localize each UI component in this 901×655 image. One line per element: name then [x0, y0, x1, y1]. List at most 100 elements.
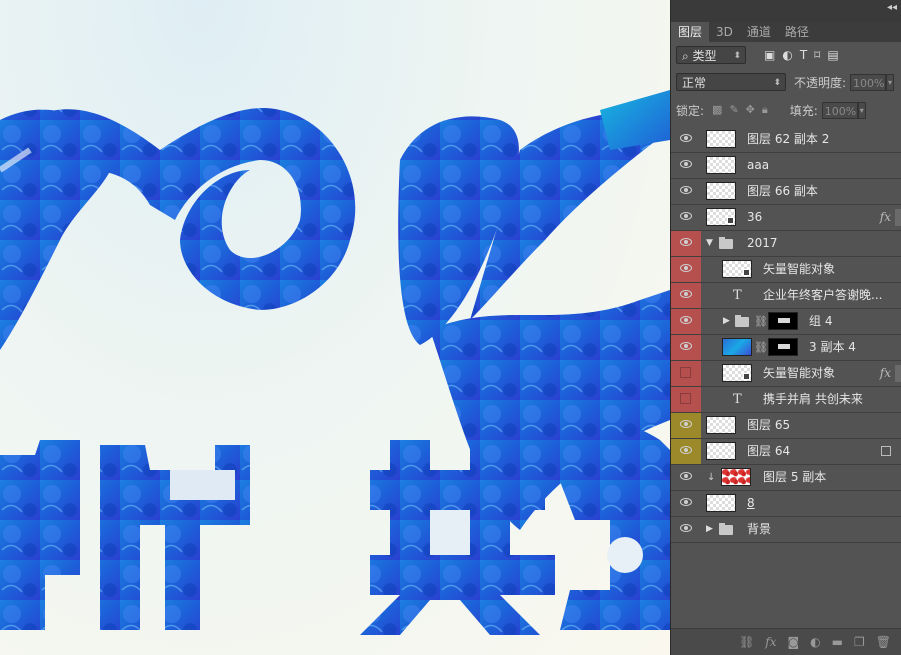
- eye-icon: [680, 524, 692, 532]
- layer-name: 2017: [747, 236, 778, 250]
- lock-all-icon[interactable]: 🔒︎: [762, 103, 768, 117]
- fill-input[interactable]: 100%: [821, 101, 858, 119]
- layer-thumbnail: [706, 494, 736, 512]
- visibility-toggle[interactable]: [671, 309, 701, 334]
- filter-row: ⌕ 类型 ⬍ ▣ ◐ T ⌑ ▤: [676, 44, 901, 66]
- layer-row[interactable]: 矢量智能对象 fx: [671, 361, 901, 387]
- visibility-toggle[interactable]: [671, 127, 701, 152]
- mask-thumbnail: [768, 338, 798, 356]
- hidden-visibility-icon: [680, 393, 691, 404]
- visibility-toggle[interactable]: [671, 231, 701, 256]
- layer-row[interactable]: ▼ 2017: [671, 231, 901, 257]
- blend-mode-select[interactable]: 正常 ⬍: [676, 73, 786, 91]
- smart-filter-icon[interactable]: ▤: [827, 48, 838, 62]
- layer-row[interactable]: T 携手并肩 共创未来: [671, 387, 901, 413]
- kind-filter-label: 类型: [692, 49, 717, 63]
- visibility-toggle[interactable]: [671, 387, 701, 412]
- opacity-input[interactable]: 100%: [850, 73, 887, 91]
- layer-row[interactable]: T 企业年终客户答谢晚...: [671, 283, 901, 309]
- visibility-toggle[interactable]: [671, 517, 701, 542]
- visibility-toggle[interactable]: [671, 283, 701, 308]
- visibility-toggle[interactable]: [671, 361, 701, 386]
- shape-filter-icon[interactable]: ⌑: [814, 48, 820, 62]
- layer-row[interactable]: 图层 64: [671, 439, 901, 465]
- text-layer-icon: T: [733, 392, 742, 407]
- fx-expand-icon[interactable]: [895, 209, 901, 226]
- layer-row[interactable]: 图层 65: [671, 413, 901, 439]
- eye-icon: [680, 420, 692, 428]
- fx-icon[interactable]: fx: [880, 361, 891, 386]
- fill-dropdown-icon[interactable]: ▾: [857, 101, 866, 119]
- mask-thumbnail: [768, 312, 798, 330]
- type-filter-icon[interactable]: T: [800, 48, 807, 62]
- layer-row[interactable]: 图层 66 副本: [671, 179, 901, 205]
- pixel-filter-icon[interactable]: ▣: [764, 48, 775, 62]
- document-canvas[interactable]: [0, 0, 670, 655]
- new-layer-icon[interactable]: ❐: [854, 635, 865, 649]
- lock-move-icon[interactable]: ✥: [746, 103, 755, 117]
- chain-icon: ⛓: [754, 315, 768, 328]
- layer-name: 企业年终客户答谢晚...: [763, 288, 883, 302]
- lock-transparent-icon[interactable]: ▩: [712, 103, 722, 117]
- layer-thumbnail: [706, 156, 736, 174]
- visibility-toggle[interactable]: [671, 465, 701, 490]
- link-icon[interactable]: ⛓: [739, 635, 754, 649]
- text-layer-icon: T: [733, 288, 742, 303]
- visibility-toggle[interactable]: [671, 179, 701, 204]
- layer-row[interactable]: ▶ 背景: [671, 517, 901, 543]
- opacity-dropdown-icon[interactable]: ▾: [886, 73, 895, 91]
- layer-row[interactable]: 36 fx: [671, 205, 901, 231]
- search-icon: ⌕: [682, 49, 693, 63]
- folder-icon[interactable]: ▬: [832, 635, 843, 649]
- adjustment-filter-icon[interactable]: ◐: [782, 48, 792, 62]
- visibility-toggle[interactable]: [671, 205, 701, 230]
- layer-row[interactable]: ▶ ⛓ 组 4: [671, 309, 901, 335]
- expand-triangle-icon[interactable]: ▶: [706, 517, 713, 542]
- tab-channels[interactable]: 通道: [740, 22, 778, 42]
- blend-row: 正常 ⬍ 不透明度: 100% ▾: [676, 71, 901, 93]
- lock-paint-icon[interactable]: ✎: [729, 103, 738, 117]
- expand-triangle-icon[interactable]: ▶: [723, 309, 730, 334]
- layer-style-icon: [881, 446, 891, 456]
- visibility-toggle[interactable]: [671, 413, 701, 438]
- lock-label: 锁定:: [676, 103, 705, 118]
- fx-icon[interactable]: fx: [880, 205, 891, 230]
- layer-name: aaa: [747, 158, 770, 172]
- tab-layers[interactable]: 图层: [671, 22, 710, 42]
- layer-row[interactable]: 8: [671, 491, 901, 517]
- eye-icon: [680, 472, 692, 480]
- layer-row[interactable]: 图层 62 副本 2: [671, 127, 901, 153]
- visibility-toggle[interactable]: [671, 439, 701, 464]
- adjustment-icon[interactable]: ◐: [810, 635, 820, 649]
- visibility-toggle[interactable]: [671, 257, 701, 282]
- tab-paths[interactable]: 路径: [778, 22, 816, 42]
- fx-expand-icon[interactable]: [895, 365, 901, 382]
- mask-icon[interactable]: ◙: [788, 635, 800, 649]
- layer-thumbnail: [706, 130, 736, 148]
- expand-triangle-icon[interactable]: ▼: [706, 231, 713, 256]
- lock-row: 锁定: ▩ ✎ ✥ 🔒︎ 填充: 100% ▾: [676, 99, 901, 121]
- visibility-toggle[interactable]: [671, 335, 701, 360]
- collapse-icon[interactable]: ◂◂: [887, 2, 897, 13]
- tab-3d[interactable]: 3D: [709, 22, 740, 42]
- fx-icon[interactable]: fx: [765, 635, 776, 649]
- layer-thumbnail: [706, 416, 736, 434]
- layer-row[interactable]: ↓ 图层 5 副本: [671, 465, 901, 491]
- layer-row[interactable]: ⛓ 3 副本 4: [671, 335, 901, 361]
- eye-icon: [680, 186, 692, 194]
- layer-thumbnail: [706, 442, 736, 460]
- layer-name: 组 4: [809, 314, 833, 328]
- visibility-toggle[interactable]: [671, 153, 701, 178]
- layer-row[interactable]: 矢量智能对象: [671, 257, 901, 283]
- eye-icon: [680, 446, 692, 454]
- kind-filter-select[interactable]: ⌕ 类型 ⬍: [676, 46, 746, 64]
- layer-row[interactable]: aaa: [671, 153, 901, 179]
- clipping-arrow-icon: ↓: [707, 472, 716, 483]
- layer-name: 图层 66 副本: [747, 184, 818, 198]
- visibility-toggle[interactable]: [671, 491, 701, 516]
- layer-name: 36: [747, 210, 763, 224]
- eye-icon: [680, 238, 692, 246]
- eye-icon: [680, 160, 692, 168]
- trash-icon[interactable]: 🗑︎: [876, 635, 891, 649]
- panel-footer: ⛓ fx ◙ ◐ ▬ ❐ 🗑︎: [671, 628, 901, 655]
